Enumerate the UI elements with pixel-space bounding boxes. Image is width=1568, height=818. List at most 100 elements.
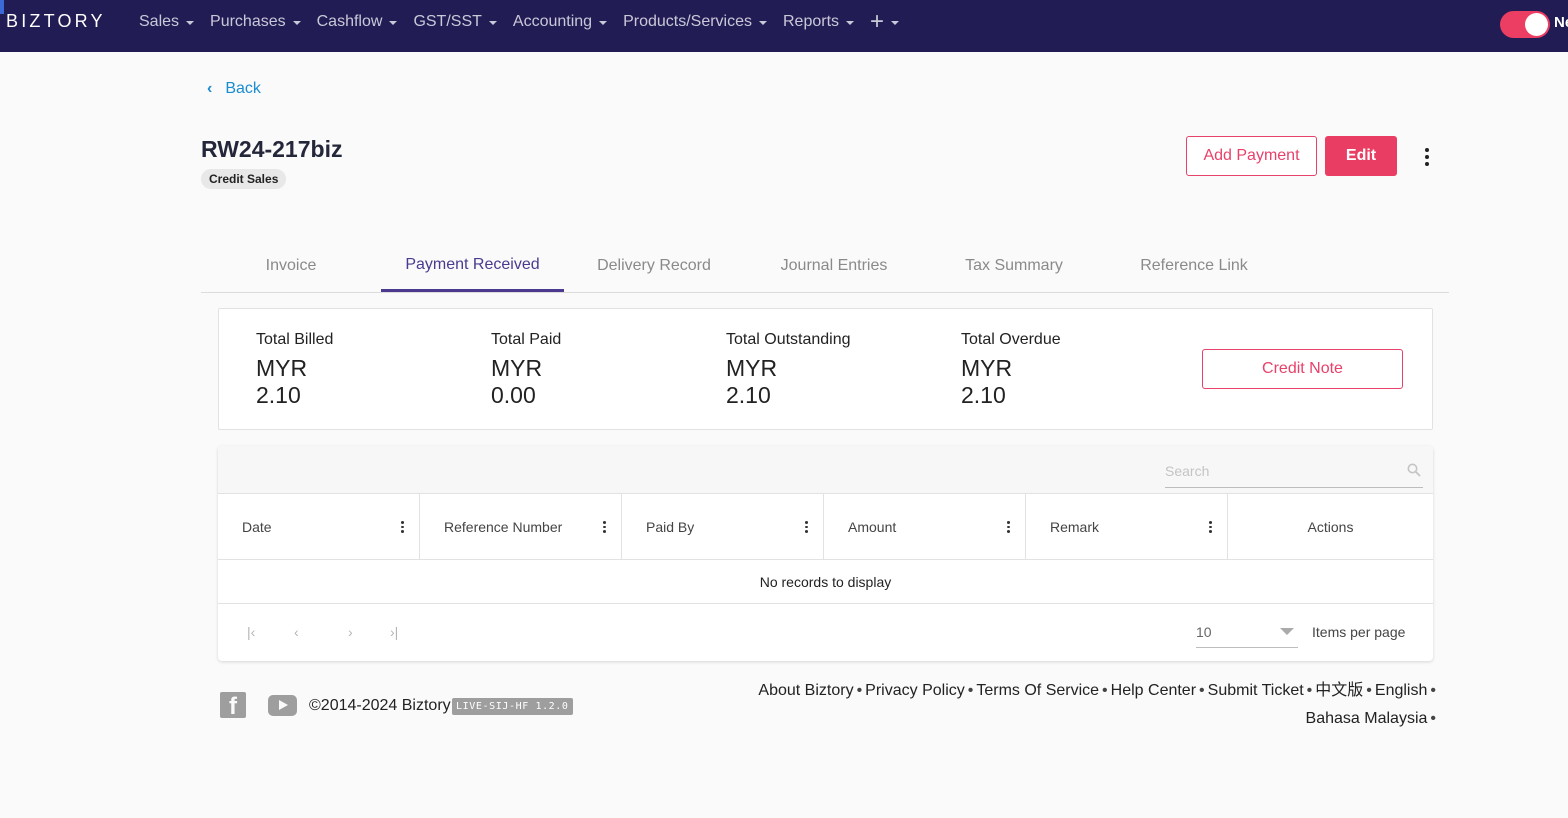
first-page-icon[interactable]: |‹ <box>247 624 255 640</box>
total-outstanding-label: Total Outstanding <box>726 331 851 348</box>
dropdown-arrow-icon <box>1280 628 1294 635</box>
footer-link-chinese[interactable]: 中文版 <box>1315 682 1363 699</box>
nav-cashflow-label: Cashflow <box>316 13 383 30</box>
nav-quick-add[interactable]: + <box>870 8 900 35</box>
caret-down-icon <box>599 21 608 25</box>
caret-down-icon <box>846 21 855 25</box>
back-link[interactable]: ‹ Back <box>207 80 261 98</box>
grid-pager: |‹ ‹ › ›| 10 Items per page <box>218 604 1433 661</box>
main-menu: Sales Purchases Cashflow GST/SST Account… <box>139 0 900 44</box>
footer-separator: • <box>1366 682 1372 699</box>
grid-search <box>1165 458 1423 488</box>
footer-separator: • <box>1102 682 1108 699</box>
column-header-paid-by[interactable]: Paid By <box>622 494 824 559</box>
total-overdue: Total Overdue MYR 2.10 <box>961 331 1061 409</box>
footer-separator: • <box>967 682 974 699</box>
column-header-reference-number[interactable]: Reference Number <box>420 494 622 559</box>
empty-state-message: No records to display <box>218 560 1433 604</box>
footer-link-about[interactable]: About Biztory <box>758 682 853 699</box>
column-header-amount[interactable]: Amount <box>824 494 1026 559</box>
footer-separator: • <box>1430 682 1436 699</box>
total-outstanding-currency: MYR <box>726 355 778 381</box>
tab-tax-summary[interactable]: Tax Summary <box>924 240 1104 292</box>
credit-note-button[interactable]: Credit Note <box>1202 349 1403 389</box>
nav-products-services[interactable]: Products/Services <box>623 13 767 31</box>
nav-gst-sst[interactable]: GST/SST <box>413 13 497 31</box>
nav-sales[interactable]: Sales <box>139 13 195 31</box>
caret-down-icon <box>759 21 767 25</box>
edit-button[interactable]: Edit <box>1325 136 1397 176</box>
more-vert-icon[interactable] <box>1417 145 1437 169</box>
tab-reference-link[interactable]: Reference Link <box>1104 240 1284 292</box>
column-header-actions: Actions <box>1228 494 1433 559</box>
footer-link-malay[interactable]: Bahasa Malaysia <box>1306 710 1428 727</box>
back-label: Back <box>225 80 261 97</box>
nav-cashflow[interactable]: Cashflow <box>317 13 398 31</box>
toggle-label: Ne <box>1554 14 1568 31</box>
biztory-logo[interactable]: BIZTORY <box>6 11 106 32</box>
column-label: Remark <box>1050 518 1100 535</box>
total-billed-value: 2.10 <box>256 382 301 408</box>
youtube-icon[interactable] <box>268 695 297 716</box>
total-outstanding: Total Outstanding MYR 2.10 <box>726 331 851 409</box>
prev-page-icon[interactable]: ‹ <box>294 624 299 640</box>
nav-accounting-label: Accounting <box>512 13 593 30</box>
nav-sales-label: Sales <box>139 13 180 30</box>
plus-icon: + <box>870 8 885 35</box>
column-menu-icon[interactable] <box>399 520 405 534</box>
footer-link-english[interactable]: English <box>1375 682 1427 699</box>
total-billed-currency: MYR <box>256 355 308 381</box>
footer-link-terms[interactable]: Terms Of Service <box>976 682 1099 699</box>
column-menu-icon[interactable] <box>1005 520 1011 534</box>
last-page-icon[interactable]: ›| <box>390 624 398 640</box>
nav-reports-label: Reports <box>783 13 840 30</box>
column-menu-icon[interactable] <box>803 520 809 534</box>
page-size-select[interactable]: 10 <box>1196 619 1298 648</box>
total-paid: Total Paid MYR 0.00 <box>491 331 561 409</box>
column-label: Reference Number <box>444 518 563 535</box>
top-navbar: BIZTORY Sales Purchases Cashflow GST/SST… <box>0 0 1568 52</box>
footer-separator: • <box>856 682 863 699</box>
next-page-icon[interactable]: › <box>348 624 353 640</box>
tab-delivery-record[interactable]: Delivery Record <box>564 240 744 292</box>
document-tabs: Invoice Payment Received Delivery Record… <box>201 240 1449 293</box>
tab-payment-received[interactable]: Payment Received <box>381 240 564 292</box>
column-menu-icon[interactable] <box>1207 520 1213 534</box>
footer-link-submit-ticket[interactable]: Submit Ticket <box>1208 682 1304 699</box>
tab-invoice[interactable]: Invoice <box>201 240 381 292</box>
column-label: Paid By <box>646 518 695 535</box>
new-ui-toggle[interactable] <box>1500 11 1550 38</box>
nav-purchases-label: Purchases <box>210 13 286 30</box>
tab-journal-entries[interactable]: Journal Entries <box>744 240 924 292</box>
nav-purchases[interactable]: Purchases <box>210 13 301 31</box>
nav-accounting[interactable]: Accounting <box>512 13 608 31</box>
search-icon[interactable] <box>1407 463 1421 477</box>
copyright-text: ©2014-2024 Biztory <box>309 697 451 714</box>
grid-header: Date Reference Number Paid By Amount Rem… <box>218 494 1433 560</box>
total-outstanding-value: 2.10 <box>726 382 771 408</box>
total-billed-label: Total Billed <box>256 331 334 348</box>
caret-down-icon <box>488 21 497 25</box>
column-label: Amount <box>848 518 897 535</box>
add-payment-button[interactable]: Add Payment <box>1186 136 1317 176</box>
total-overdue-currency: MYR <box>961 355 1013 381</box>
column-header-date[interactable]: Date <box>218 494 420 559</box>
caret-down-icon <box>292 21 301 25</box>
footer-link-privacy[interactable]: Privacy Policy <box>865 682 965 699</box>
total-paid-currency: MYR <box>491 355 543 381</box>
facebook-icon[interactable]: f <box>220 692 246 720</box>
items-per-page-label: Items per page <box>1312 624 1406 640</box>
grid-toolbar <box>218 446 1433 494</box>
nav-gst-sst-label: GST/SST <box>413 13 482 30</box>
caret-down-icon <box>389 21 398 25</box>
navbar-edge-accent <box>0 0 4 14</box>
page-size-value: 10 <box>1196 624 1212 640</box>
column-header-remark[interactable]: Remark <box>1026 494 1228 559</box>
footer-link-help[interactable]: Help Center <box>1111 682 1196 699</box>
footer-separator: • <box>1199 682 1205 699</box>
column-menu-icon[interactable] <box>601 520 607 534</box>
caret-down-icon <box>186 21 195 25</box>
nav-products-services-label: Products/Services <box>623 13 752 30</box>
nav-reports[interactable]: Reports <box>783 13 855 31</box>
search-input[interactable] <box>1165 458 1395 484</box>
